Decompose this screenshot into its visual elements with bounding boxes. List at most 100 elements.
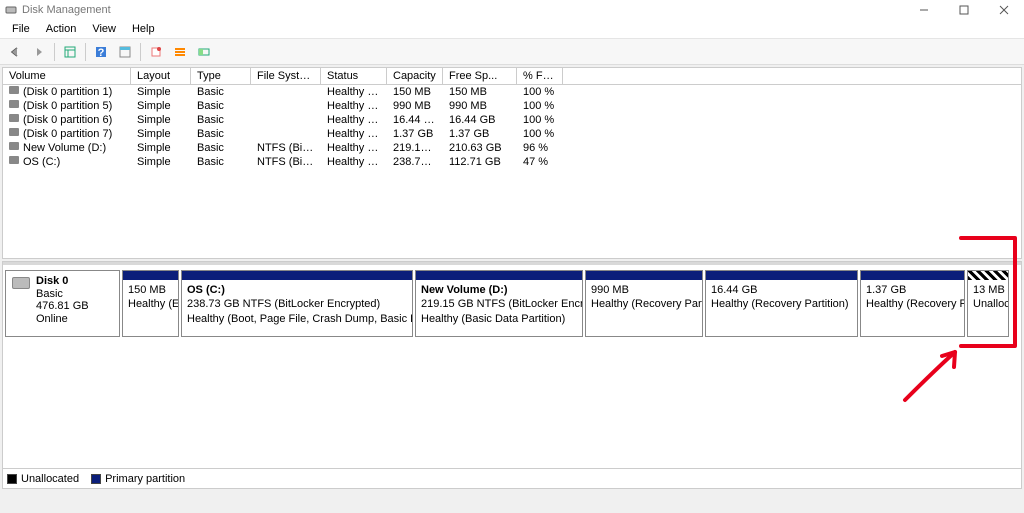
volume-row[interactable]: (Disk 0 partition 5)SimpleBasicHealthy (… bbox=[3, 99, 1021, 113]
partition-body: New Volume (D:)219.15 GB NTFS (BitLocker… bbox=[416, 280, 582, 329]
volume-icon bbox=[9, 142, 19, 150]
cell-free: 150 MB bbox=[443, 85, 517, 99]
minimize-button[interactable] bbox=[904, 0, 944, 20]
partition-bar bbox=[968, 271, 1008, 280]
volume-row[interactable]: (Disk 0 partition 6)SimpleBasicHealthy (… bbox=[3, 113, 1021, 127]
cell-layout: Simple bbox=[131, 99, 191, 113]
disk-name: Disk 0 bbox=[36, 275, 89, 288]
cell-text: Simple bbox=[137, 142, 171, 154]
partition-status: Healthy (EFI Syst bbox=[128, 297, 173, 311]
refresh-button[interactable] bbox=[145, 41, 167, 63]
cell-text: (Disk 0 partition 6) bbox=[23, 114, 112, 126]
cell-volume: (Disk 0 partition 6) bbox=[3, 113, 131, 127]
cell-layout: Simple bbox=[131, 155, 191, 169]
legend-unallocated-label: Unallocated bbox=[21, 473, 79, 485]
partition-name: New Volume (D:) bbox=[421, 283, 577, 297]
partition-status: Healthy (Recovery Parti bbox=[866, 297, 959, 311]
partition-body: 16.44 GBHealthy (Recovery Partition) bbox=[706, 280, 857, 315]
cell-text: 96 % bbox=[523, 142, 548, 154]
cell-text: Basic bbox=[197, 100, 224, 112]
col-layout[interactable]: Layout bbox=[131, 68, 191, 85]
legend-primary-label: Primary partition bbox=[105, 473, 185, 485]
disk-icon bbox=[12, 277, 30, 289]
cell-text: Healthy (R... bbox=[327, 114, 387, 126]
col-free-space[interactable]: Free Sp... bbox=[443, 68, 517, 85]
svg-text:?: ? bbox=[98, 47, 105, 59]
cell-text: 219.15 GB bbox=[393, 142, 443, 154]
cell-text: 210.63 GB bbox=[449, 142, 502, 154]
cell-fs: NTFS (BitLo... bbox=[251, 155, 321, 169]
back-button[interactable] bbox=[4, 41, 26, 63]
cell-fs: NTFS (BitLo... bbox=[251, 141, 321, 155]
cell-text: 112.71 GB bbox=[449, 156, 501, 168]
cell-type: Basic bbox=[191, 127, 251, 141]
partition-name: OS (C:) bbox=[187, 283, 407, 297]
cell-text: Simple bbox=[137, 128, 171, 140]
legend-unallocated-swatch bbox=[7, 474, 17, 484]
cell-text: 990 MB bbox=[393, 100, 431, 112]
help-button[interactable]: ? bbox=[90, 41, 112, 63]
cell-status: Healthy (R... bbox=[321, 113, 387, 127]
cell-pct: 96 % bbox=[517, 141, 563, 155]
cell-text: 100 % bbox=[523, 114, 554, 126]
cell-type: Basic bbox=[191, 141, 251, 155]
menu-file[interactable]: File bbox=[4, 21, 38, 37]
cell-capacity: 238.73 GB bbox=[387, 155, 443, 169]
volume-row[interactable]: (Disk 0 partition 7)SimpleBasicHealthy (… bbox=[3, 127, 1021, 141]
partition[interactable]: 990 MBHealthy (Recovery Partit bbox=[585, 270, 703, 337]
cell-layout: Simple bbox=[131, 113, 191, 127]
partition-body: 150 MBHealthy (EFI Syst bbox=[123, 280, 178, 315]
volume-row[interactable]: (Disk 0 partition 1)SimpleBasicHealthy (… bbox=[3, 85, 1021, 99]
partition[interactable]: 1.37 GBHealthy (Recovery Parti bbox=[860, 270, 965, 337]
menu-action[interactable]: Action bbox=[38, 21, 85, 37]
forward-button[interactable] bbox=[28, 41, 50, 63]
volume-row[interactable]: OS (C:)SimpleBasicNTFS (BitLo...Healthy … bbox=[3, 155, 1021, 169]
cell-text: Healthy (E... bbox=[327, 86, 387, 98]
show-hide-button[interactable] bbox=[59, 41, 81, 63]
partition-body: OS (C:)238.73 GB NTFS (BitLocker Encrypt… bbox=[182, 280, 412, 329]
partition[interactable]: OS (C:)238.73 GB NTFS (BitLocker Encrypt… bbox=[181, 270, 413, 337]
col-filesystem[interactable]: File System bbox=[251, 68, 321, 85]
cell-pct: 100 % bbox=[517, 113, 563, 127]
cell-text: Basic bbox=[197, 86, 224, 98]
cell-text: 100 % bbox=[523, 100, 554, 112]
menu-help[interactable]: Help bbox=[124, 21, 163, 37]
volume-list-header[interactable]: Volume Layout Type File System Status Ca… bbox=[3, 68, 1021, 85]
partition-status: Healthy (Basic Data Partition) bbox=[421, 312, 577, 326]
action-list-button[interactable] bbox=[169, 41, 191, 63]
disk-type: Basic bbox=[36, 288, 89, 301]
partition-unallocated[interactable]: 13 MBUnalloca bbox=[967, 270, 1009, 337]
maximize-button[interactable] bbox=[944, 0, 984, 20]
partition[interactable]: 16.44 GBHealthy (Recovery Partition) bbox=[705, 270, 858, 337]
disk-header[interactable]: Disk 0 Basic 476.81 GB Online bbox=[5, 270, 120, 337]
volume-row[interactable]: New Volume (D:)SimpleBasicNTFS (BitLo...… bbox=[3, 141, 1021, 155]
partition-size: 990 MB bbox=[591, 283, 697, 297]
cell-layout: Simple bbox=[131, 141, 191, 155]
partition[interactable]: New Volume (D:)219.15 GB NTFS (BitLocker… bbox=[415, 270, 583, 337]
cell-text: Basic bbox=[197, 142, 224, 154]
app-icon bbox=[4, 3, 18, 17]
cell-text: 1.37 GB bbox=[393, 128, 433, 140]
col-percent-free[interactable]: % Free bbox=[517, 68, 563, 85]
col-status[interactable]: Status bbox=[321, 68, 387, 85]
close-button[interactable] bbox=[984, 0, 1024, 20]
cell-volume: (Disk 0 partition 5) bbox=[3, 99, 131, 113]
col-type[interactable]: Type bbox=[191, 68, 251, 85]
show-top-button[interactable] bbox=[114, 41, 136, 63]
partition-body: 990 MBHealthy (Recovery Partit bbox=[586, 280, 702, 315]
partition-bar bbox=[586, 271, 702, 280]
cell-text: Healthy (B... bbox=[327, 142, 387, 154]
partition-status: Healthy (Recovery Partit bbox=[591, 297, 697, 311]
cell-free: 112.71 GB bbox=[443, 155, 517, 169]
volume-icon bbox=[9, 114, 19, 122]
partition[interactable]: 150 MBHealthy (EFI Syst bbox=[122, 270, 179, 337]
cell-type: Basic bbox=[191, 85, 251, 99]
cell-free: 990 MB bbox=[443, 99, 517, 113]
col-volume[interactable]: Volume bbox=[3, 68, 131, 85]
col-capacity[interactable]: Capacity bbox=[387, 68, 443, 85]
disk-list-button[interactable] bbox=[193, 41, 215, 63]
cell-capacity: 990 MB bbox=[387, 99, 443, 113]
cell-text: Simple bbox=[137, 156, 171, 168]
menu-view[interactable]: View bbox=[84, 21, 124, 37]
partition-size: 13 MB bbox=[973, 283, 1003, 297]
